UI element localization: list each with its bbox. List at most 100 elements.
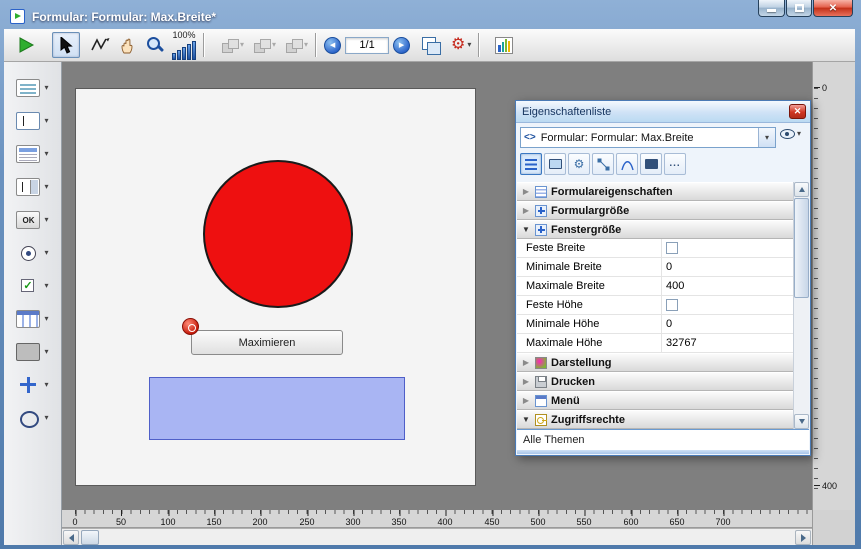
select-tool-button[interactable]	[52, 32, 80, 58]
ruler-label: 150	[206, 517, 221, 527]
group-formulargroesse[interactable]: ▶ Formulargröße	[517, 201, 794, 220]
property-value-cell[interactable]	[661, 296, 794, 314]
chevron-down-icon: ▾	[44, 381, 48, 389]
panel-scrollbar[interactable]	[793, 182, 809, 429]
tab-curves[interactable]	[616, 153, 638, 175]
zoom-percent-label: 100%	[172, 31, 195, 40]
chevron-down-icon: ▾	[44, 84, 48, 92]
ruler-label: 0	[72, 517, 77, 527]
tab-property-list[interactable]	[520, 153, 542, 175]
maximize-window-button[interactable]	[786, 0, 812, 17]
chart-button[interactable]	[495, 37, 513, 54]
zoom-tool-button[interactable]	[144, 34, 166, 56]
tool-listbox[interactable]: ▾	[16, 144, 48, 164]
horizontal-scrollbar[interactable]	[62, 528, 812, 545]
appearance-icon	[535, 357, 547, 369]
settings-button[interactable]: ⚙ ▾	[451, 37, 471, 53]
property-value-cell[interactable]	[661, 239, 794, 257]
draw-tool-button[interactable]	[90, 36, 112, 54]
chevron-down-icon: ▾	[304, 41, 308, 49]
circle-widget[interactable]	[203, 160, 353, 308]
chevron-down-icon: ▾	[797, 130, 801, 138]
group-drucken[interactable]: ▶ Drucken	[517, 372, 794, 391]
scroll-right-button[interactable]	[795, 530, 811, 545]
properties-panel-titlebar[interactable]: Eigenschaftenliste ✕	[516, 101, 810, 123]
chevron-right-icon: ▶	[521, 358, 531, 367]
form-properties-icon	[535, 186, 547, 198]
group-menue[interactable]: ▶ Menü	[517, 391, 794, 410]
form-design-surface[interactable]: Maximieren	[75, 88, 476, 486]
scrollbar-thumb[interactable]	[794, 198, 809, 298]
tool-panel[interactable]: ▾	[16, 342, 48, 362]
scroll-up-button[interactable]	[794, 182, 809, 197]
visibility-filter-button[interactable]: ▾	[780, 129, 801, 139]
window-controls: ✕	[757, 0, 853, 17]
chevron-down-icon: ▾	[272, 41, 276, 49]
tool-button[interactable]: OK▾	[16, 210, 48, 230]
panel-close-button[interactable]: ✕	[789, 104, 806, 119]
group-darstellung[interactable]: ▶ Darstellung	[517, 353, 794, 372]
menu-icon	[535, 395, 547, 407]
tool-checkbox[interactable]: ✓▾	[16, 276, 48, 296]
form-object-icon: <>	[524, 132, 536, 143]
tool-ellipse[interactable]: ▾	[16, 408, 48, 428]
property-label: Feste Höhe	[517, 296, 661, 314]
window-title: Formular: Formular: Max.Breite*	[32, 10, 216, 24]
table-tool-icon	[16, 310, 40, 328]
tool-table[interactable]: ▾	[16, 309, 48, 329]
tab-more[interactable]: ...	[664, 153, 686, 175]
property-value-cell[interactable]: 400	[661, 277, 794, 295]
chevron-down-icon: ▾	[44, 249, 48, 257]
tool-radio-button[interactable]: ▾	[16, 243, 48, 263]
crosshair-tool-icon	[16, 376, 40, 394]
ruler-label: 100	[160, 517, 175, 527]
object-selector-combo[interactable]: <> Formular: Formular: Max.Breite ▾	[520, 127, 776, 148]
tab-display[interactable]	[544, 153, 566, 175]
chevron-down-icon: ▾	[240, 41, 244, 49]
align-tool-button[interactable]: ▾	[221, 38, 244, 53]
group-fenstergroesse[interactable]: ▼ Fenstergröße	[517, 220, 794, 239]
zoom-level-control[interactable]: 100%	[172, 31, 196, 60]
toolbar-separator	[315, 33, 317, 57]
property-value-cell[interactable]: 0	[661, 258, 794, 276]
next-page-button[interactable]: ▶	[393, 37, 410, 54]
pan-tool-button[interactable]	[118, 35, 138, 55]
rectangle-widget[interactable]	[149, 377, 405, 440]
feste-breite-checkbox[interactable]	[666, 242, 678, 254]
tab-settings[interactable]: ⚙	[568, 153, 590, 175]
tab-preview[interactable]	[640, 153, 662, 175]
group-zugriffsrechte[interactable]: ▼ Zugriffsrechte	[517, 410, 794, 429]
chevron-down-icon: ▼	[521, 415, 531, 424]
arrange-tool-button[interactable]: ▾	[253, 38, 276, 53]
print-icon	[535, 376, 547, 388]
group-formulareigenschaften[interactable]: ▶ Formulareigenschaften	[517, 182, 794, 201]
tool-combobox[interactable]: ▾	[16, 177, 48, 197]
down-arrow-icon	[799, 419, 805, 424]
pen-zigzag-icon	[91, 37, 111, 53]
scrollbar-thumb[interactable]	[81, 530, 99, 545]
maximieren-button[interactable]: Maximieren	[191, 330, 343, 355]
tab-connections[interactable]	[592, 153, 614, 175]
property-value-cell[interactable]: 32767	[661, 334, 794, 352]
chevron-down-icon: ▼	[521, 225, 531, 234]
tool-text-input[interactable]: ▾	[16, 111, 48, 131]
minimize-button[interactable]	[758, 0, 785, 17]
combo-dropdown-button[interactable]: ▾	[758, 128, 775, 147]
tool-crosshair[interactable]: ▾	[16, 375, 48, 395]
windows-overview-button[interactable]	[422, 37, 441, 54]
tool-label[interactable]: ▾	[16, 78, 48, 98]
ruler-label: 400	[822, 481, 837, 491]
close-window-button[interactable]: ✕	[813, 0, 853, 17]
close-icon: ✕	[794, 106, 802, 117]
scroll-left-button[interactable]	[63, 530, 79, 545]
feste-hoehe-checkbox[interactable]	[666, 299, 678, 311]
property-value-cell[interactable]: 0	[661, 315, 794, 333]
panel-resize-strip[interactable]	[517, 450, 809, 454]
chevron-right-icon: ▶	[521, 377, 531, 386]
panel-footer-status: Alle Themen	[517, 429, 809, 451]
scroll-down-button[interactable]	[794, 414, 809, 429]
group-tool-button[interactable]: ▾	[285, 38, 308, 53]
previous-page-button[interactable]: ◀	[324, 37, 341, 54]
run-form-button[interactable]	[16, 35, 36, 55]
chevron-down-icon: ▾	[44, 183, 48, 191]
